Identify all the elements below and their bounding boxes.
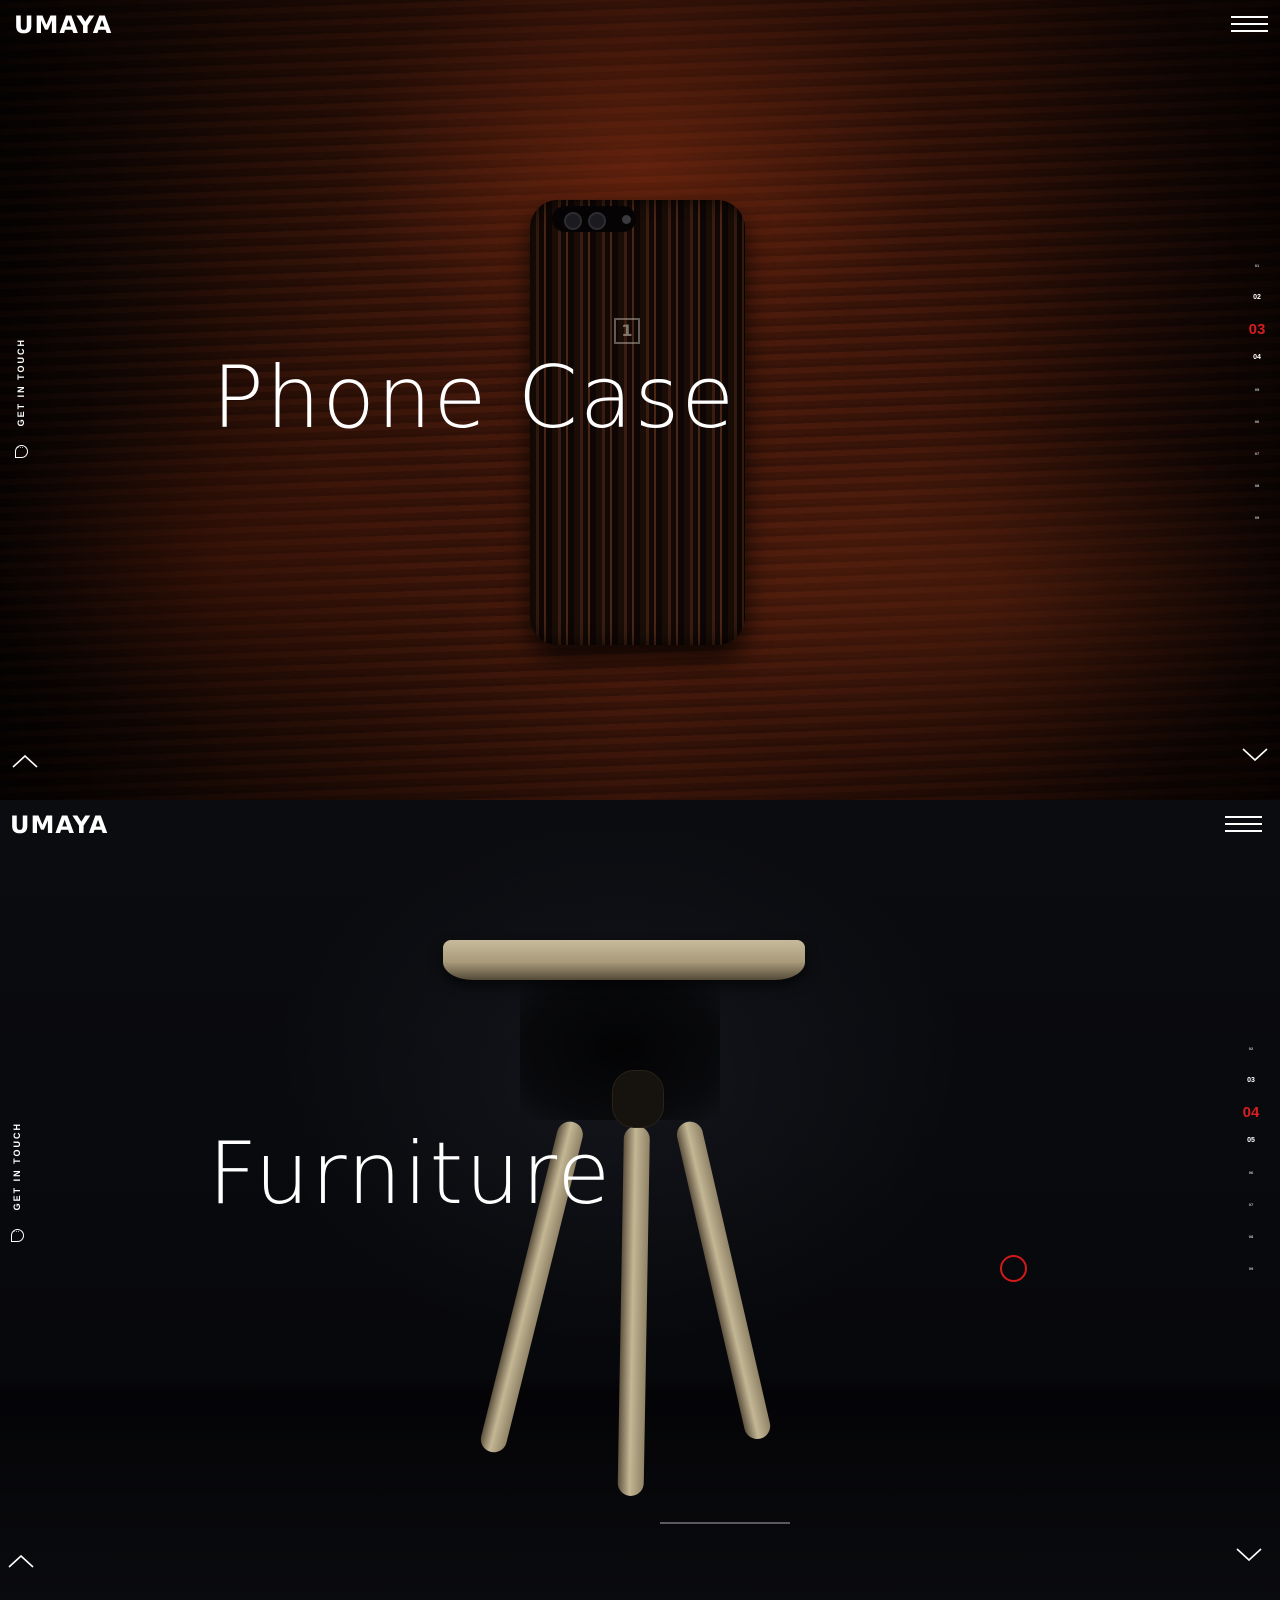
pager-item-active[interactable]: 04 xyxy=(1236,1105,1266,1137)
slide-pager: 02 03 04 05 06 07 08 09 xyxy=(1236,1045,1266,1297)
slide-title: Furniture xyxy=(208,1124,613,1224)
pager-item[interactable]: 06 xyxy=(1242,418,1272,450)
brand-mark-icon: 1 xyxy=(614,318,640,344)
site-logo[interactable]: UMAYA xyxy=(10,811,108,839)
slide-title: Phone Case xyxy=(212,348,737,448)
pager-item[interactable]: 05 xyxy=(1236,1137,1266,1169)
next-slide-button[interactable] xyxy=(1236,1548,1262,1562)
previous-slide-button[interactable] xyxy=(8,1554,34,1568)
get-in-touch-label: GET IN TOUCH xyxy=(16,338,26,427)
pager-item[interactable]: 07 xyxy=(1242,450,1272,482)
chevron-up-icon xyxy=(12,754,38,768)
menu-button[interactable] xyxy=(1231,16,1268,34)
stool-seat xyxy=(443,940,805,980)
chevron-up-icon xyxy=(8,1554,34,1568)
pager-item[interactable]: 05 xyxy=(1242,386,1272,418)
hamburger-icon xyxy=(1225,816,1262,818)
pager-item[interactable]: 01 xyxy=(1242,262,1272,294)
pager-item[interactable]: 09 xyxy=(1242,514,1272,546)
pager-item[interactable]: 04 xyxy=(1242,354,1272,386)
slide-furniture: UMAYA GET IN TOUCH Furniture 02 03 04 05… xyxy=(0,800,1280,1600)
get-in-touch-link[interactable]: GET IN TOUCH xyxy=(14,338,34,458)
chevron-down-icon xyxy=(1236,1548,1262,1562)
pager-item[interactable]: 08 xyxy=(1242,482,1272,514)
pager-item[interactable]: 02 xyxy=(1236,1045,1266,1077)
pager-item[interactable]: 06 xyxy=(1236,1169,1266,1201)
next-slide-button[interactable] xyxy=(1242,748,1268,762)
slide-pager: 01 02 03 04 05 06 07 08 09 xyxy=(1242,262,1272,546)
menu-button[interactable] xyxy=(1225,816,1262,834)
slide-phone-case: 1 UMAYA GET IN TOUCH Phone Case 01 02 03… xyxy=(0,0,1280,800)
pager-item-active[interactable]: 03 xyxy=(1242,322,1272,354)
pager-item[interactable]: 08 xyxy=(1236,1233,1266,1265)
get-in-touch-link[interactable]: GET IN TOUCH xyxy=(10,1122,30,1242)
chat-bubble-icon xyxy=(11,1226,24,1242)
hamburger-icon xyxy=(1231,16,1268,18)
pager-item[interactable]: 07 xyxy=(1236,1201,1266,1233)
chat-bubble-icon xyxy=(15,442,28,458)
chevron-down-icon xyxy=(1242,748,1268,762)
get-in-touch-label: GET IN TOUCH xyxy=(12,1122,22,1211)
site-logo[interactable]: UMAYA xyxy=(14,11,112,39)
pager-item[interactable]: 09 xyxy=(1236,1265,1266,1297)
cursor-ring xyxy=(1000,1255,1027,1282)
previous-slide-button[interactable] xyxy=(12,754,38,768)
